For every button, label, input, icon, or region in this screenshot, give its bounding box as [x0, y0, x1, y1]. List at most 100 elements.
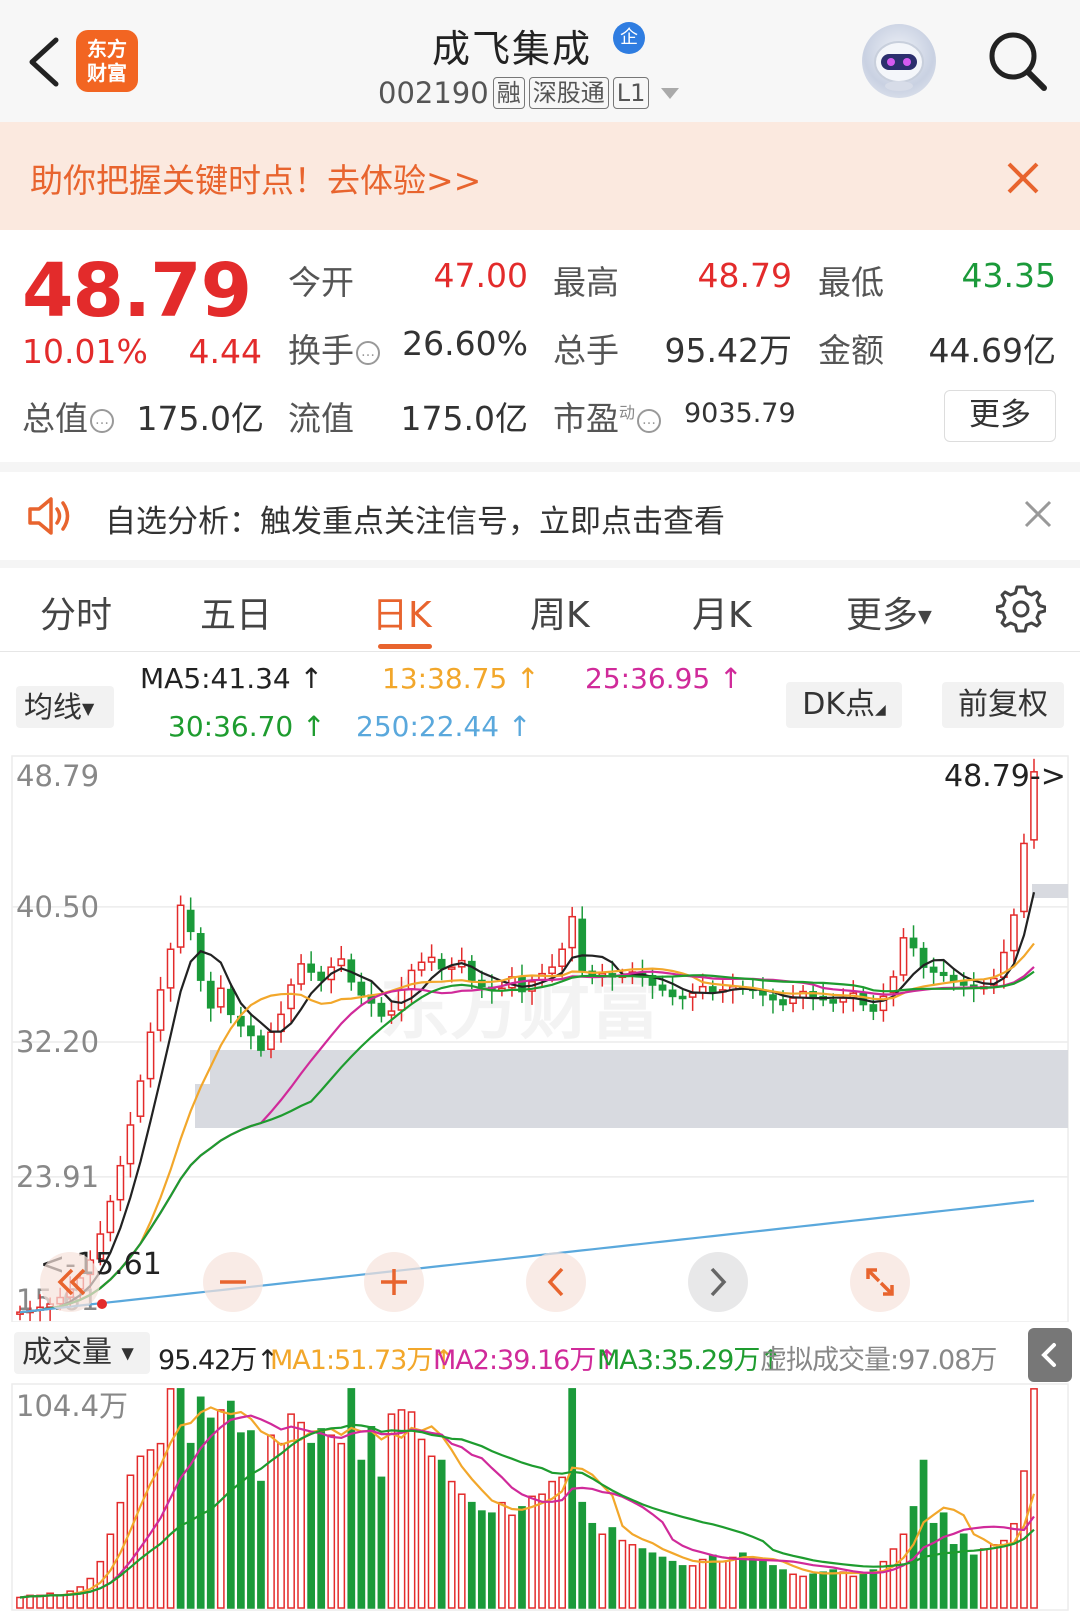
- tab-daily-k[interactable]: 日K: [372, 586, 432, 638]
- virtual-volume: 虚拟成交量:97.08万: [760, 1345, 997, 1376]
- vol-ma3: MA3:35.29万↑: [597, 1345, 782, 1376]
- prev-icon[interactable]: [526, 1252, 586, 1312]
- open-value: 47.00: [433, 256, 528, 295]
- candle-up: [297, 963, 305, 985]
- tab-weekly-k[interactable]: 周K: [530, 586, 590, 638]
- last-price: 48.79: [22, 248, 252, 334]
- volume-bar-up: [979, 1548, 988, 1609]
- volume-bar-up: [447, 1480, 456, 1609]
- volume-bar-up: [789, 1573, 797, 1609]
- volume-bar-down: [959, 1533, 968, 1609]
- volume-bar-down: [317, 1428, 326, 1609]
- candle-down: [829, 999, 838, 1004]
- volume-bar-up: [86, 1577, 95, 1609]
- volume-bar-down: [588, 1522, 597, 1609]
- zoom-out-icon[interactable]: [203, 1252, 263, 1312]
- vol-ma2: MA2:39.16万↑: [433, 1345, 618, 1376]
- pe-label-text: 市盈: [553, 399, 619, 438]
- ma5-value: MA5:41.34 ↑: [140, 662, 324, 695]
- candle-down: [939, 971, 948, 977]
- analysis-notice[interactable]: 自选分析：触发重点关注信号，立即点击查看: [0, 472, 1080, 560]
- volume-current: 95.42万↑: [158, 1345, 279, 1376]
- info-icon[interactable]: …: [637, 408, 662, 433]
- pe-label[interactable]: 市盈动…: [553, 392, 662, 440]
- collapse-panel-button[interactable]: [1028, 1328, 1072, 1382]
- candle-up: [126, 1124, 135, 1165]
- volume-bar-down: [518, 1506, 526, 1609]
- candle-up: [417, 961, 426, 971]
- candle-up: [287, 984, 295, 1010]
- info-icon[interactable]: …: [356, 340, 380, 365]
- tab-intraday[interactable]: 分时: [40, 586, 112, 638]
- tab-more[interactable]: 更多▼: [846, 586, 932, 638]
- app-root: { "header": { "logo_line1": "东方", "logo_…: [0, 0, 1080, 1612]
- volume-bar-down: [608, 1527, 617, 1609]
- app-logo[interactable]: 东方 财富: [76, 30, 138, 92]
- info-icon[interactable]: …: [90, 408, 114, 433]
- candle-down: [226, 988, 235, 1016]
- turnover-label[interactable]: 换手…: [288, 324, 380, 372]
- candle-up: [156, 989, 165, 1031]
- volume-bar-down: [708, 1554, 717, 1609]
- volume-value: 95.42万: [664, 331, 792, 370]
- indicator-selector[interactable]: 成交量 ▼: [14, 1332, 150, 1374]
- logo-text-bottom: 财富: [87, 61, 127, 85]
- volume-bar-up: [628, 1544, 637, 1609]
- candlestick-chart[interactable]: 东方财富 48.7940.5032.2023.9115.61 48.79-> <…: [0, 752, 1080, 1322]
- tab-five-day[interactable]: 五日: [200, 586, 272, 638]
- dk-point-button[interactable]: DK点◢: [786, 682, 902, 728]
- tab-monthly-k[interactable]: 月K: [692, 586, 752, 638]
- volume-bar-up: [126, 1474, 135, 1609]
- caret-down-icon[interactable]: [661, 87, 680, 99]
- divider: [0, 462, 1080, 472]
- volume-bar-up: [1000, 1539, 1008, 1609]
- volume-bar-down: [307, 1442, 316, 1609]
- caret-down-icon: ▼: [82, 699, 95, 718]
- close-icon[interactable]: [1022, 498, 1054, 530]
- ma-selector[interactable]: 均线▼: [16, 686, 114, 728]
- fullscreen-icon[interactable]: [850, 1252, 910, 1312]
- volume-bar-down: [367, 1426, 376, 1609]
- search-icon[interactable]: [984, 28, 1050, 94]
- market-cap-label[interactable]: 总值…: [22, 392, 114, 440]
- candle-down: [186, 909, 195, 933]
- pe-dynamic-mark: 动: [619, 403, 636, 422]
- volume-bar-up: [216, 1409, 225, 1609]
- volume-bar-down: [919, 1459, 928, 1609]
- volume-bar-down: [578, 1501, 587, 1609]
- candle-down: [206, 980, 215, 1009]
- fast-back-icon[interactable]: [40, 1252, 100, 1312]
- adjust-price-button[interactable]: 前复权: [942, 682, 1064, 728]
- volume-bar-down: [347, 1388, 356, 1609]
- close-icon[interactable]: [1003, 158, 1043, 198]
- settings-gear-icon[interactable]: [996, 584, 1046, 634]
- back-arrow-icon[interactable]: [22, 34, 70, 90]
- stock-name[interactable]: 成飞集成: [432, 18, 592, 73]
- promo-banner[interactable]: 助你把握关键时点！去体验>>: [0, 122, 1080, 230]
- robot-assistant-icon[interactable]: [862, 24, 936, 98]
- volume-bar-down: [869, 1569, 878, 1609]
- volume-bar-down: [638, 1548, 647, 1609]
- next-icon[interactable]: [688, 1252, 748, 1312]
- logo-text-top: 东方: [87, 37, 127, 61]
- candle-up: [106, 1200, 115, 1234]
- volume-chart[interactable]: 104.4万: [0, 1382, 1080, 1612]
- candle-down: [959, 981, 968, 986]
- volume-profile-band: [195, 1084, 1068, 1128]
- more-quote-button[interactable]: 更多: [944, 390, 1056, 442]
- zoom-in-icon[interactable]: [364, 1252, 424, 1312]
- candle-up: [146, 1031, 155, 1080]
- volume-bar-up: [337, 1442, 346, 1609]
- volume-bar-down: [929, 1522, 938, 1609]
- turnover-value: 26.60%: [402, 324, 528, 363]
- divider: [0, 560, 1080, 568]
- period-tabs: 分时 五日 日K 周K 月K 更多▼: [0, 568, 1080, 652]
- stock-code-row[interactable]: 002190 融 深股通 L1: [378, 74, 680, 112]
- candle-up: [216, 987, 225, 1008]
- volume-bar-down: [779, 1569, 787, 1609]
- candle-up: [899, 937, 908, 976]
- candle-up: [548, 966, 556, 975]
- y-tick-label: 32.20: [16, 1025, 99, 1059]
- volume-bar-up: [989, 1544, 998, 1609]
- volume-max-label: 104.4万: [16, 1389, 128, 1423]
